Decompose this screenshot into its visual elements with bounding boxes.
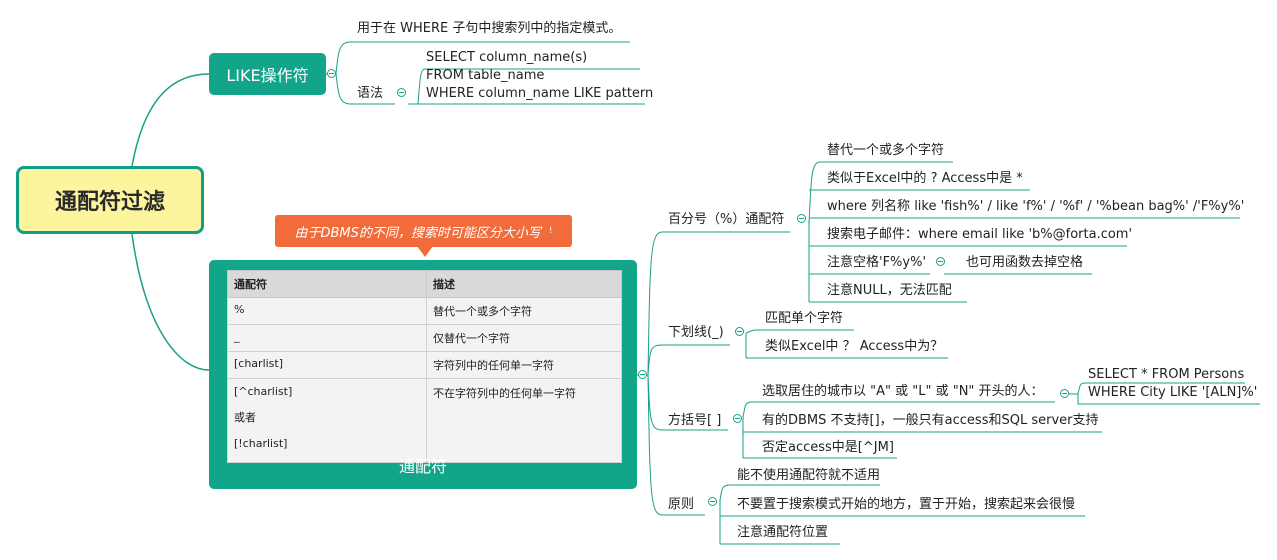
percent-item[interactable]: 注意NULL，无法匹配 (827, 283, 952, 299)
principle-item[interactable]: 注意通配符位置 (737, 525, 828, 541)
table-cell: 字符列中的任何单一字符 (426, 351, 622, 379)
underscore-item[interactable]: 类似Excel中 ？ Access中为？ (765, 339, 943, 355)
collapse-toggle-brackets[interactable] (733, 414, 742, 423)
underscore-topic[interactable]: 下划线(_) (668, 325, 724, 341)
table-cell: 仅替代一个字符 (426, 324, 622, 352)
collapse-toggle-underscore[interactable] (735, 327, 744, 336)
syntax-line-1: SELECT column_name(s) (426, 50, 588, 65)
brackets-sql-line-2[interactable]: WHERE City LIKE '[ALN]%' (1088, 385, 1257, 401)
collapse-toggle-like[interactable] (327, 69, 336, 78)
collapse-toggle-space[interactable] (936, 257, 945, 266)
percent-item[interactable]: where 列名称 like 'fish%' / like 'f%' / '%f… (827, 199, 1244, 215)
collapse-toggle-principles[interactable] (708, 497, 717, 506)
principles-topic[interactable]: 原则 (668, 497, 694, 513)
syntax-label: 语法 (357, 86, 384, 101)
principle-item[interactable]: 能不使用通配符就不适用 (737, 468, 880, 484)
connector-lines (131, 41, 1260, 545)
collapse-toggle-syntax[interactable] (397, 88, 406, 97)
percent-item[interactable]: 替代一个或多个字符 (827, 143, 944, 159)
brackets-item[interactable]: 否定access中是[^JM] (762, 440, 894, 456)
callout-text: 由于DBMS的不同，搜索时可能区分大小写 (294, 225, 541, 241)
table-header-description: 描述 (426, 270, 622, 298)
table-header-wildcard: 通配符 (227, 270, 427, 298)
wildcard-caption: 通配符 (398, 457, 447, 476)
collapse-toggle-sql[interactable] (1060, 389, 1069, 398)
table-cell: % (227, 297, 427, 325)
like-description: 用于在 WHERE 子句中搜索列中的指定模式。 (357, 21, 622, 36)
space-note[interactable]: 也可用函数去掉空格 (966, 255, 1083, 271)
percent-item[interactable]: 搜索电子邮件：where email like 'b%@forta.com' (827, 227, 1132, 243)
table-cell-multiline: [^charlist] 或者 [!charlist] (227, 378, 427, 463)
brackets-topic[interactable]: 方括号[ ] (668, 413, 721, 429)
percent-topic[interactable]: 百分号（%）通配符 (668, 212, 784, 228)
table-row: _ 仅替代一个字符 (227, 324, 622, 352)
wildcard-node[interactable]: 通配符 描述 % 替代一个或多个字符 _ 仅替代一个字符 [charlist] … (209, 260, 637, 489)
like-operator-label: LIKE操作符 (226, 66, 309, 85)
table-cell: 替代一个或多个字符 (426, 297, 622, 325)
brackets-item[interactable]: 选取居住的城市以 "A" 或 "L" 或 "N" 开头的人： (762, 384, 1044, 400)
table-header-row: 通配符 描述 (227, 270, 622, 298)
brackets-sql-line-1[interactable]: SELECT * FROM Persons (1088, 367, 1244, 383)
table-row: [^charlist] 或者 [!charlist] 不在字符列中的任何单一字符 (227, 378, 622, 463)
table-cell-line: 或者 (234, 411, 256, 424)
percent-item[interactable]: 类似于Excel中的 ? Access中是 * (827, 171, 1023, 187)
like-operator-node[interactable]: LIKE操作符 (209, 53, 326, 95)
table-cell: [charlist] (227, 351, 427, 379)
root-topic[interactable]: 通配符过滤 (16, 166, 204, 234)
table-cell-line: [^charlist] (234, 385, 293, 398)
callout-pointer (417, 246, 433, 257)
table-row: % 替代一个或多个字符 (227, 297, 622, 325)
root-topic-label: 通配符过滤 (54, 190, 165, 215)
table-cell: 不在字符列中的任何单一字符 (426, 378, 622, 463)
collapse-toggle-wildcard[interactable] (638, 370, 647, 379)
brackets-item[interactable]: 有的DBMS 不支持[]，一般只有access和SQL server支持 (762, 413, 1099, 429)
table-row: [charlist] 字符列中的任何单一字符 (227, 351, 622, 379)
percent-item[interactable]: 注意空格'F%y%' (827, 255, 926, 271)
principle-item[interactable]: 不要置于搜索模式开始的地方，置于开始，搜索起来会很慢 (737, 497, 1075, 513)
case-sensitivity-callout: 由于DBMS的不同，搜索时可能区分大小写! (275, 215, 572, 257)
wildcard-table: 通配符 描述 % 替代一个或多个字符 _ 仅替代一个字符 [charlist] … (227, 270, 622, 463)
table-cell: _ (227, 324, 427, 352)
callout-mark: ! (548, 226, 553, 236)
collapse-toggle-percent[interactable] (797, 214, 806, 223)
syntax-line-3: WHERE column_name LIKE pattern (426, 86, 654, 101)
syntax-line-2: FROM table_name (426, 68, 545, 83)
underscore-item[interactable]: 匹配单个字符 (765, 311, 843, 327)
